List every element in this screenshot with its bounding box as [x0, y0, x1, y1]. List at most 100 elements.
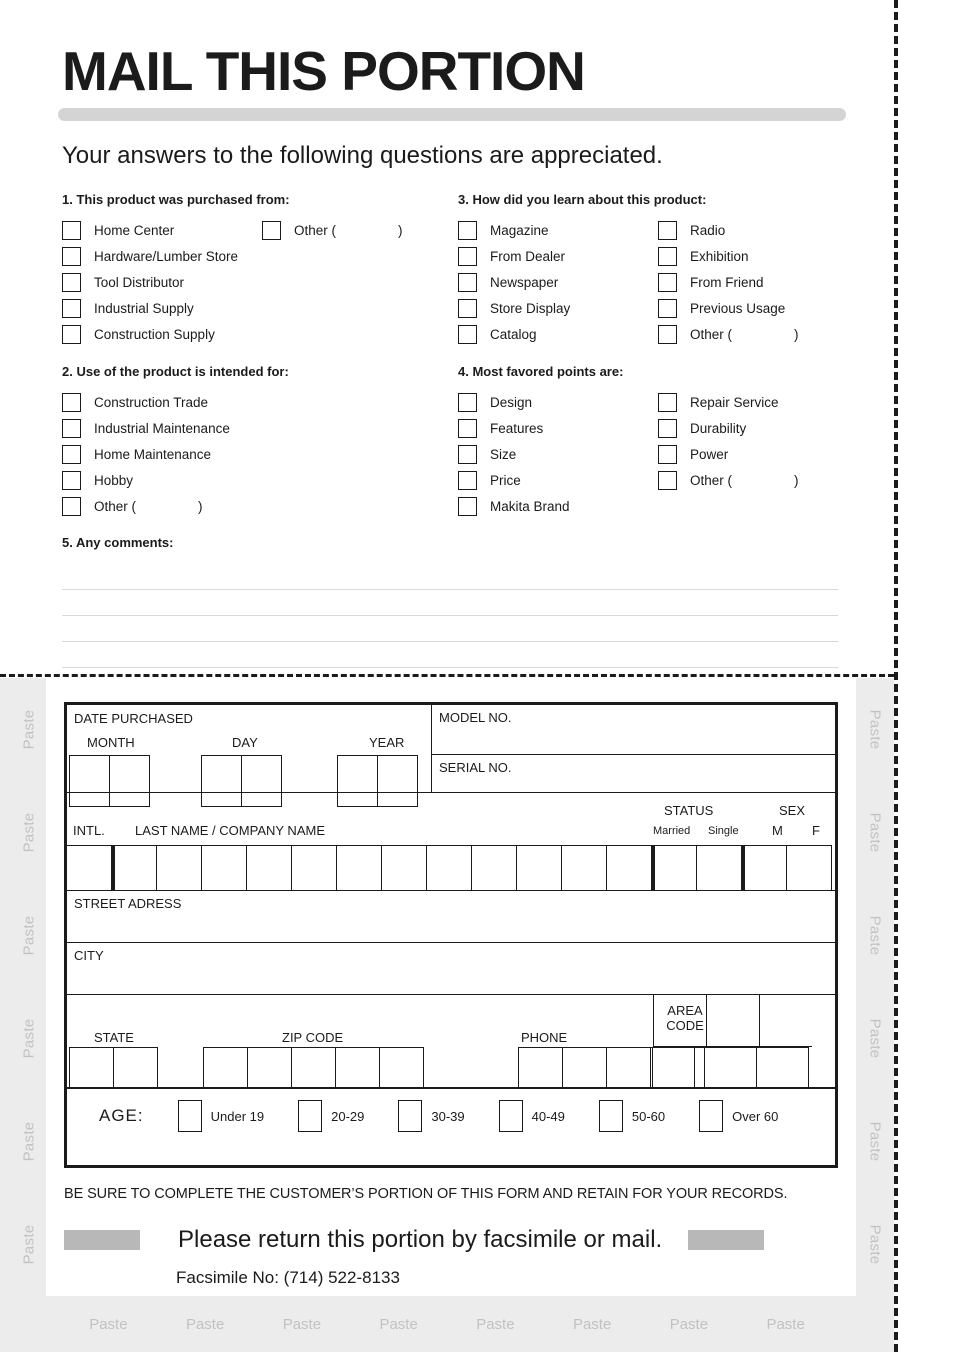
name-cell[interactable] [471, 845, 517, 891]
comments-lines[interactable] [62, 564, 838, 668]
name-cell[interactable] [606, 845, 652, 891]
area-code-top-cell[interactable] [759, 995, 812, 1047]
comment-line[interactable] [62, 590, 838, 616]
model-no-field[interactable]: MODEL NO. [432, 705, 835, 755]
checkbox-option[interactable]: Construction Trade [62, 389, 262, 415]
zip-cell[interactable] [291, 1047, 336, 1089]
name-cell[interactable] [516, 845, 562, 891]
serial-no-field[interactable]: SERIAL NO. [432, 755, 835, 792]
age-option[interactable]: Over 60 [699, 1100, 778, 1132]
checkbox-option[interactable]: Home Center [62, 217, 262, 243]
area-code-bottom-cell[interactable] [704, 1047, 757, 1089]
comment-line[interactable] [62, 642, 838, 668]
checkbox-icon[interactable] [658, 418, 677, 438]
phone-cell[interactable] [606, 1047, 651, 1089]
checkbox-icon[interactable] [262, 220, 281, 240]
age-option[interactable]: Under 19 [177, 1100, 264, 1132]
checkbox-icon[interactable] [658, 444, 677, 464]
checkbox-option[interactable]: Previous Usage [658, 295, 799, 321]
checkbox-icon[interactable] [62, 220, 81, 240]
checkbox-icon[interactable] [598, 1100, 623, 1132]
checkbox-icon[interactable] [658, 246, 677, 266]
checkbox-option[interactable]: Hardware/Lumber Store [62, 243, 262, 269]
name-cell[interactable] [111, 845, 157, 891]
comment-line[interactable] [62, 616, 838, 642]
city-field[interactable]: CITY [67, 943, 835, 995]
state-input-cells[interactable] [69, 1047, 158, 1089]
zip-cell[interactable] [203, 1047, 248, 1089]
sex-cell[interactable] [741, 845, 787, 891]
phone-input-cells[interactable] [518, 1047, 695, 1089]
area-code-bottom-cell[interactable] [756, 1047, 809, 1089]
state-cell[interactable] [69, 1047, 114, 1089]
name-input-cells[interactable] [66, 845, 832, 891]
street-address-field[interactable]: STREET ADRESS [67, 891, 835, 943]
name-cell[interactable] [291, 845, 337, 891]
area-code-top-cells[interactable] [653, 995, 812, 1047]
checkbox-icon[interactable] [62, 444, 81, 464]
checkbox-option[interactable]: Magazine [458, 217, 658, 243]
name-cell[interactable] [336, 845, 382, 891]
checkbox-option[interactable]: Features [458, 415, 658, 441]
name-cell[interactable] [156, 845, 202, 891]
checkbox-icon[interactable] [658, 298, 677, 318]
checkbox-option[interactable]: Newspaper [458, 269, 658, 295]
checkbox-icon[interactable] [458, 272, 477, 292]
checkbox-option[interactable]: Repair Service [658, 389, 799, 415]
checkbox-icon[interactable] [458, 418, 477, 438]
checkbox-icon[interactable] [62, 470, 81, 490]
checkbox-icon[interactable] [658, 324, 677, 344]
checkbox-icon[interactable] [298, 1100, 323, 1132]
checkbox-icon[interactable] [658, 220, 677, 240]
checkbox-icon[interactable] [458, 298, 477, 318]
checkbox-option[interactable]: Other () [262, 217, 403, 243]
age-option[interactable]: 20-29 [298, 1100, 364, 1132]
phone-cell[interactable] [562, 1047, 607, 1089]
checkbox-icon[interactable] [62, 324, 81, 344]
checkbox-option[interactable]: Home Maintenance [62, 441, 262, 467]
phone-cell[interactable] [518, 1047, 563, 1089]
checkbox-icon[interactable] [62, 392, 81, 412]
name-cell[interactable] [381, 845, 427, 891]
checkbox-icon[interactable] [658, 392, 677, 412]
checkbox-option[interactable]: From Friend [658, 269, 799, 295]
checkbox-option[interactable]: Other () [658, 321, 799, 347]
checkbox-option[interactable]: Durability [658, 415, 799, 441]
checkbox-option[interactable]: Design [458, 389, 658, 415]
checkbox-icon[interactable] [62, 246, 81, 266]
checkbox-icon[interactable] [699, 1100, 724, 1132]
state-cell[interactable] [113, 1047, 158, 1089]
age-option[interactable]: 40-49 [498, 1100, 565, 1132]
checkbox-icon[interactable] [62, 418, 81, 438]
checkbox-icon[interactable] [458, 220, 477, 240]
checkbox-option[interactable]: Exhibition [658, 243, 799, 269]
checkbox-option[interactable]: Store Display [458, 295, 658, 321]
checkbox-option[interactable]: Other () [62, 493, 262, 519]
checkbox-icon[interactable] [62, 496, 81, 516]
phone-cell[interactable] [650, 1047, 695, 1089]
checkbox-option[interactable]: Other () [658, 467, 799, 493]
checkbox-icon[interactable] [658, 470, 677, 490]
zip-cell[interactable] [335, 1047, 380, 1089]
name-cell[interactable] [201, 845, 247, 891]
age-option[interactable]: 50-60 [598, 1100, 665, 1132]
checkbox-option[interactable]: Catalog [458, 321, 658, 347]
area-code-top-cell[interactable] [706, 995, 759, 1047]
checkbox-option[interactable]: Size [458, 441, 658, 467]
checkbox-icon[interactable] [458, 324, 477, 344]
zip-input-cells[interactable] [203, 1047, 424, 1089]
checkbox-icon[interactable] [177, 1100, 202, 1132]
checkbox-option[interactable]: Industrial Supply [62, 295, 262, 321]
intl-cell[interactable] [66, 845, 112, 891]
checkbox-icon[interactable] [62, 272, 81, 292]
checkbox-icon[interactable] [658, 272, 677, 292]
name-cell[interactable] [561, 845, 607, 891]
checkbox-option[interactable]: Radio [658, 217, 799, 243]
area-code-top-cell[interactable] [653, 995, 706, 1047]
name-cell[interactable] [246, 845, 292, 891]
checkbox-icon[interactable] [458, 444, 477, 464]
checkbox-option[interactable]: Tool Distributor [62, 269, 262, 295]
checkbox-option[interactable]: From Dealer [458, 243, 658, 269]
checkbox-icon[interactable] [398, 1100, 423, 1132]
zip-cell[interactable] [247, 1047, 292, 1089]
